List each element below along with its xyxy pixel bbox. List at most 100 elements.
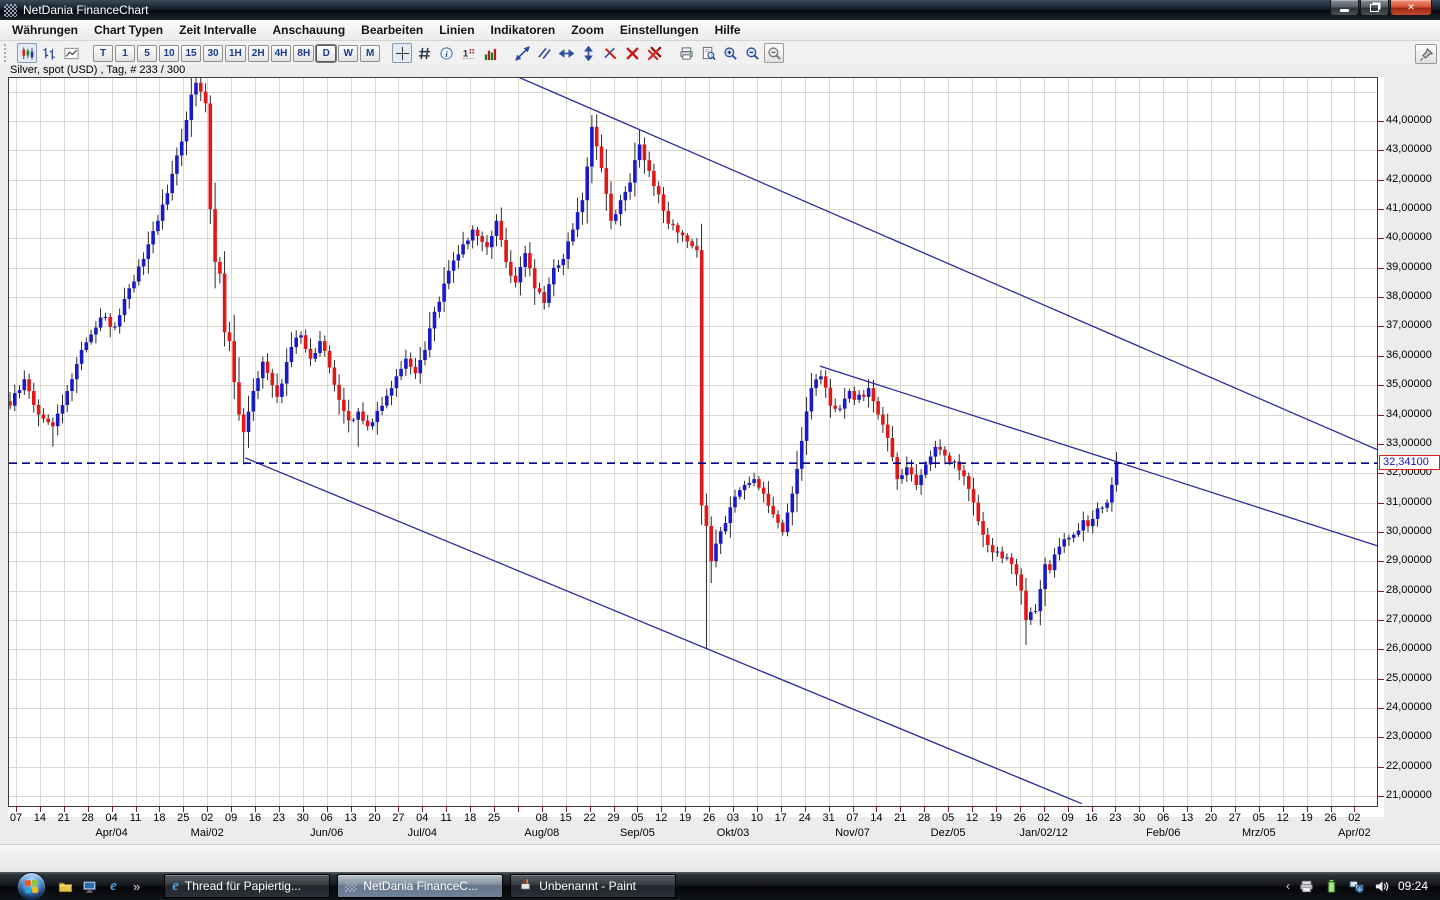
date-axis-day-label: 10 <box>750 812 764 824</box>
show-desktop-icon[interactable] <box>81 878 98 895</box>
price-axis-label: 24,00000 <box>1386 701 1432 713</box>
interval-button-4h[interactable]: 4H <box>270 44 292 62</box>
candlestick-chart-button[interactable] <box>17 43 37 63</box>
price-axis-label: 22,00000 <box>1386 759 1432 772</box>
delete-all-button[interactable] <box>644 43 664 63</box>
price-axis-label: 33,00000 <box>1386 436 1432 449</box>
interval-button-10[interactable]: 10 <box>159 44 179 62</box>
price-chart[interactable] <box>8 77 1384 817</box>
toolbar-separator <box>502 53 510 54</box>
date-axis-day-label: 26 <box>702 812 716 824</box>
zoom-in-button[interactable] <box>720 43 740 63</box>
task-thread[interactable]: e Thread für Papiertig... <box>164 874 331 898</box>
start-button[interactable] <box>17 871 46 900</box>
menu-item-zeit-intervalle[interactable]: Zeit Intervalle <box>171 21 264 39</box>
ohlc-bars-icon <box>42 46 57 61</box>
date-axis-day-label: 06 <box>320 812 333 824</box>
interval-button-day[interactable]: D <box>316 44 337 62</box>
restore-button[interactable] <box>1360 0 1389 16</box>
task-netdania[interactable]: NetDania FinanceC... <box>337 874 504 898</box>
ohlc-chart-button[interactable] <box>39 43 59 63</box>
chevron-expand-icon[interactable]: » <box>133 879 140 894</box>
date-axis-day-label: 15 <box>559 812 572 824</box>
zoom-reset-button[interactable] <box>764 43 785 63</box>
date-axis-day-label: 23 <box>1109 812 1122 824</box>
pin-chart-button[interactable] <box>1415 44 1437 64</box>
print-preview-button[interactable] <box>698 43 718 63</box>
ie-icon[interactable]: e <box>105 878 122 895</box>
date-axis-day-label: 30 <box>1133 812 1146 824</box>
interval-button-8h[interactable]: 8H <box>293 44 315 62</box>
info-button[interactable]: i <box>436 43 456 63</box>
menu-item-linien[interactable]: Linien <box>431 21 482 39</box>
interval-button-week[interactable]: W <box>338 44 359 62</box>
trend-channel-button[interactable] <box>534 43 554 63</box>
menu-item-zoom[interactable]: Zoom <box>563 21 612 39</box>
date-axis-day-label: 29 <box>607 812 620 824</box>
trendline-button[interactable] <box>512 43 532 63</box>
printer-icon[interactable] <box>1298 878 1315 895</box>
speaker-icon[interactable] <box>1373 878 1390 895</box>
folder-icon[interactable] <box>57 878 74 895</box>
date-axis-month-label: Apr/04 <box>95 827 128 839</box>
menu-item-anschauung[interactable]: Anschauung <box>265 21 354 39</box>
interval-button-month[interactable]: M <box>360 44 381 62</box>
menu-item-chart-typen[interactable]: Chart Typen <box>86 21 171 39</box>
interval-button-15[interactable]: 15 <box>181 44 201 62</box>
date-axis-month-label: Jan/02/12 <box>1019 827 1068 839</box>
price-axis-label: 21,00000 <box>1386 789 1432 802</box>
date-axis-day-label: 26 <box>1324 812 1337 824</box>
task-paint[interactable]: Unbenannt - Paint <box>510 874 677 898</box>
interval-button-1h[interactable]: 1H <box>225 44 246 62</box>
interval-button-2h[interactable]: 2H <box>247 44 269 62</box>
date-axis-day-label: 02 <box>1037 812 1050 824</box>
price-axis-label: 29,00000 <box>1386 554 1432 567</box>
chart-plot-area[interactable] <box>8 77 1384 817</box>
date-axis-day-label: 28 <box>918 812 931 824</box>
price-label-icon: 1 <box>461 46 476 61</box>
menu-item-w-hrungen[interactable]: Währungen <box>4 21 86 39</box>
zoom-out-button[interactable] <box>742 43 762 63</box>
menu-item-bearbeiten[interactable]: Bearbeiten <box>353 21 431 39</box>
price-axis-label: 43,00000 <box>1386 143 1432 156</box>
interval-button-1[interactable]: 1 <box>115 44 135 62</box>
battery-icon[interactable] <box>1323 878 1340 895</box>
date-axis-day-label: 18 <box>463 812 477 824</box>
menu-item-indikatoren[interactable]: Indikatoren <box>483 21 564 39</box>
line-chart-button[interactable] <box>61 43 81 63</box>
interval-button-5[interactable]: 5 <box>137 44 157 62</box>
horizontal-line-button[interactable] <box>556 43 576 63</box>
date-axis-day-label: 30 <box>296 812 309 824</box>
price-axis-label: 31,00000 <box>1386 495 1432 508</box>
network-icon[interactable] <box>1348 878 1365 895</box>
toolbar: T 1 5 10 15 30 1H 2H 4H 8H D W Mi 1 <box>0 41 1440 65</box>
toolbar-grip[interactable] <box>4 44 10 62</box>
price-label-button[interactable]: 1 <box>458 43 478 63</box>
menu-item-hilfe[interactable]: Hilfe <box>707 21 749 39</box>
interval-button-30[interactable]: 30 <box>203 44 223 62</box>
date-axis-day-label: 11 <box>440 812 452 824</box>
crosshair-button[interactable] <box>392 43 413 63</box>
price-axis-label: 42,00000 <box>1386 172 1432 185</box>
price-axis-label: 39,00000 <box>1386 260 1432 273</box>
tray-chevron-icon[interactable]: ‹ <box>1286 879 1290 893</box>
print-button[interactable] <box>676 43 696 63</box>
date-axis-month-label: Aug/08 <box>524 827 560 839</box>
date-axis-day-label: 09 <box>224 812 238 824</box>
grid-button[interactable] <box>414 43 434 63</box>
menu-item-einstellungen[interactable]: Einstellungen <box>612 21 707 39</box>
menu-bar: Währungen Chart Typen Zeit Intervalle Ansch… <box>0 20 1440 41</box>
close-button[interactable]: ✕ <box>1390 0 1432 16</box>
vertical-line-button[interactable] <box>578 43 598 63</box>
minimize-icon <box>1340 9 1349 12</box>
netdania-icon <box>345 880 358 892</box>
date-axis-day-label: 22 <box>583 812 596 824</box>
delete-line-button[interactable] <box>600 43 620 63</box>
volume-button[interactable] <box>480 43 500 63</box>
delete-button[interactable] <box>622 43 642 63</box>
minimize-button[interactable] <box>1330 0 1359 16</box>
price-axis-label: 41,00000 <box>1386 202 1432 215</box>
interval-button-tick[interactable]: T <box>93 44 113 62</box>
price-axis-label: 36,00000 <box>1386 348 1432 361</box>
print-icon <box>679 46 694 61</box>
